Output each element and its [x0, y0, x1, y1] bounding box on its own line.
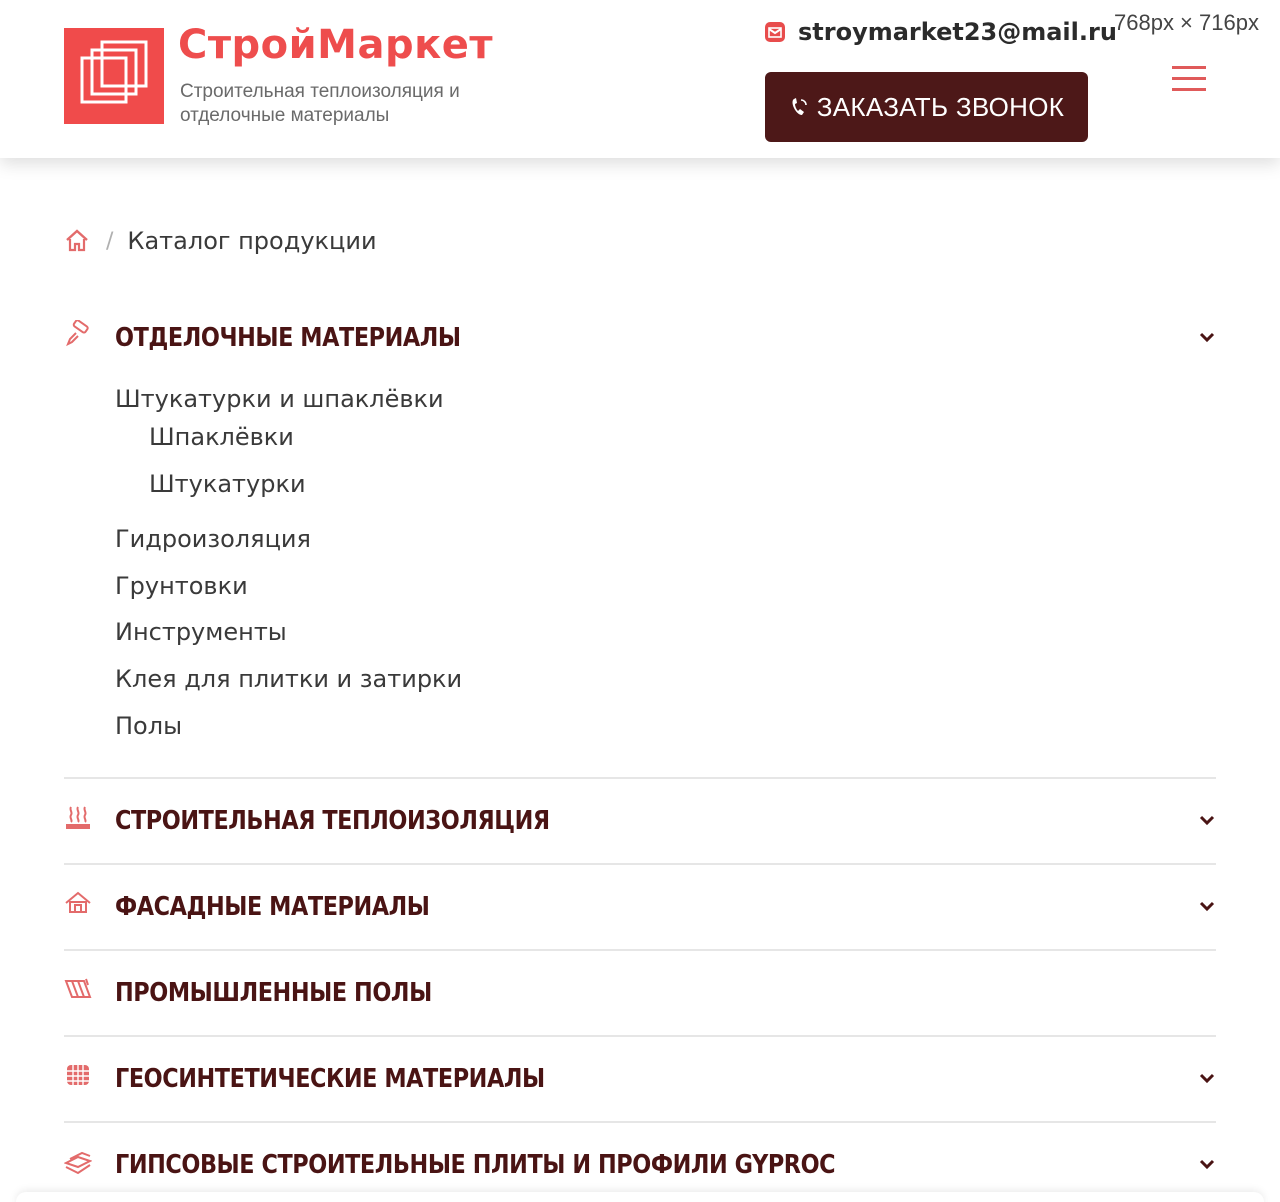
category-header[interactable]: ПРОМЫШЛЕННЫЕ ПОЛЫ — [64, 951, 1216, 1035]
category-header[interactable]: СТРОИТЕЛЬНАЯ ТЕПЛОИЗОЛЯЦИЯ — [64, 779, 1216, 863]
order-call-button[interactable]: ЗАКАЗАТЬ ЗВОНОК — [765, 72, 1088, 142]
category-title: ГИПСОВЫЕ СТРОИТЕЛЬНЫЕ ПЛИТЫ И ПРОФИЛИ GY… — [115, 1150, 836, 1181]
breadcrumb: / Каталог продукции — [64, 224, 377, 258]
category-geosynthetics: ГЕОСИНТЕТИЧЕСКИЕ МАТЕРИАЛЫ — [64, 1035, 1216, 1121]
category-title: ГЕОСИНТЕТИЧЕСКИЕ МАТЕРИАЛЫ — [115, 1064, 545, 1095]
subcategory-children: Шпаклёвки Штукатурки — [115, 420, 1216, 522]
site-header: СтройМаркет Строительная теплоизоляция и… — [0, 0, 1280, 158]
category-title: ПРОМЫШЛЕННЫЕ ПОЛЫ — [115, 978, 432, 1009]
category-header[interactable]: ГИПСОВЫЕ СТРОИТЕЛЬНЫЕ ПЛИТЫ И ПРОФИЛИ GY… — [63, 1123, 1216, 1202]
category-header[interactable]: ОТДЕЛОЧНЫЕ МАТЕРИАЛЫ — [64, 296, 1216, 382]
phone-icon — [789, 96, 809, 118]
subcategory-plasters[interactable]: Штукатурки — [149, 467, 1216, 514]
subcategory-putties[interactable]: Шпаклёвки — [149, 420, 1216, 467]
facade-house-icon — [64, 889, 92, 917]
email-link[interactable]: stroymarket23@mail.ru — [798, 18, 1117, 46]
chevron-up-icon[interactable] — [1198, 328, 1216, 346]
drywall-sheets-icon — [63, 1147, 93, 1175]
category-title: СТРОИТЕЛЬНАЯ ТЕПЛОИЗОЛЯЦИЯ — [115, 806, 550, 837]
subcategory-tile-adhesives[interactable]: Клея для плитки и затирки — [115, 662, 1216, 709]
subcategory-waterproofing[interactable]: Гидроизоляция — [115, 522, 1216, 569]
chevron-down-icon[interactable] — [1198, 811, 1216, 829]
category-title: ФАСАДНЫЕ МАТЕРИАЛЫ — [115, 892, 430, 923]
email-contact[interactable]: stroymarket23@mail.ru — [764, 16, 1117, 48]
category-facade-materials: ФАСАДНЫЕ МАТЕРИАЛЫ — [64, 863, 1216, 949]
heat-icon — [64, 803, 92, 831]
geogrid-icon — [64, 1061, 92, 1089]
chevron-down-icon[interactable] — [1198, 1155, 1216, 1173]
chevron-down-icon[interactable] — [1198, 1069, 1216, 1087]
paint-roller-icon — [64, 319, 92, 348]
category-header[interactable]: ГЕОСИНТЕТИЧЕСКИЕ МАТЕРИАЛЫ — [64, 1037, 1216, 1121]
subcategory-primers[interactable]: Грунтовки — [115, 569, 1216, 616]
logo-icon[interactable] — [64, 28, 164, 124]
category-finishing-materials: ОТДЕЛОЧНЫЕ МАТЕРИАЛЫ Штукатурки и шпаклё… — [64, 296, 1216, 777]
floor-tiles-icon — [64, 975, 92, 1003]
category-gyproc-boards: ГИПСОВЫЕ СТРОИТЕЛЬНЫЕ ПЛИТЫ И ПРОФИЛИ GY… — [63, 1121, 1216, 1202]
home-icon[interactable] — [64, 228, 90, 254]
category-industrial-floors: ПРОМЫШЛЕННЫЕ ПОЛЫ — [64, 949, 1216, 1035]
chevron-down-icon[interactable] — [1198, 897, 1216, 915]
catalog-accordion: ОТДЕЛОЧНЫЕ МАТЕРИАЛЫ Штукатурки и шпаклё… — [63, 296, 1216, 1202]
viewport-size-label: 768px × 716px — [1114, 10, 1259, 35]
subcategory-tools[interactable]: Инструменты — [115, 615, 1216, 662]
brand-name[interactable]: СтройМаркет — [178, 22, 493, 68]
subcategory-plasters-putties[interactable]: Штукатурки и шпаклёвки — [115, 382, 1216, 420]
category-sublist: Штукатурки и шпаклёвки Шпаклёвки Штукату… — [64, 382, 1216, 777]
brand-tagline: Строительная теплоизоляция и отделочные … — [180, 81, 460, 126]
envelope-icon — [764, 21, 786, 43]
order-call-label: ЗАКАЗАТЬ ЗВОНОК — [816, 91, 1065, 122]
bottom-panel-edge — [16, 1192, 1264, 1202]
category-building-insulation: СТРОИТЕЛЬНАЯ ТЕПЛОИЗОЛЯЦИЯ — [64, 777, 1216, 863]
category-header[interactable]: ФАСАДНЫЕ МАТЕРИАЛЫ — [64, 865, 1216, 949]
category-title: ОТДЕЛОЧНЫЕ МАТЕРИАЛЫ — [115, 323, 461, 353]
hamburger-menu-icon[interactable] — [1172, 64, 1206, 94]
breadcrumb-current: Каталог продукции — [127, 227, 377, 255]
breadcrumb-separator: / — [106, 228, 114, 254]
subcategory-floors[interactable]: Полы — [115, 709, 1216, 756]
